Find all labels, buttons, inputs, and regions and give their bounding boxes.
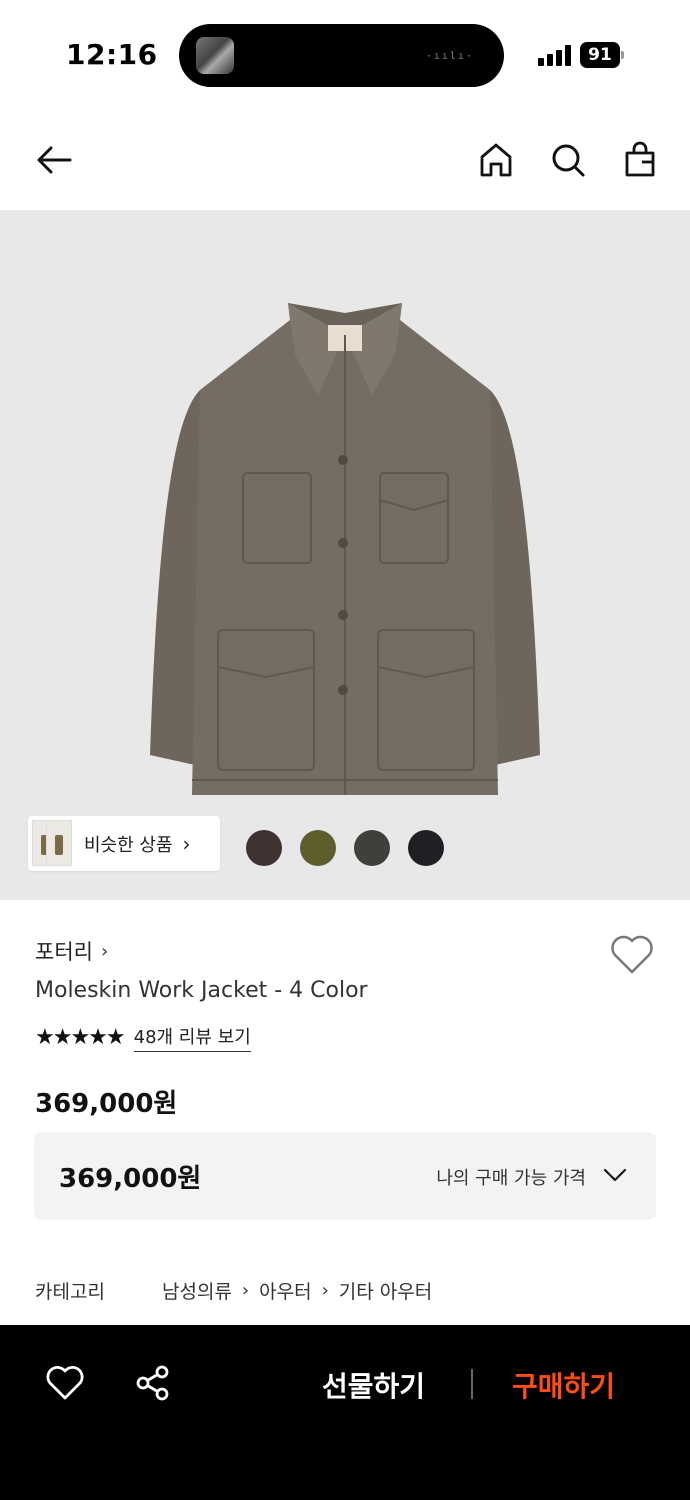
product-price: 369,000원 (35, 1089, 178, 1119)
category-item[interactable]: 기타 아우터 (339, 1277, 432, 1304)
color-swatch-brown[interactable] (246, 830, 282, 866)
bottom-action-bar: 선물하기 구매하기 (0, 1325, 690, 1500)
similar-products-button[interactable]: 비슷한 상품 › (28, 816, 220, 871)
brand-link[interactable]: 포터리 › (35, 936, 108, 966)
signal-icon (538, 44, 572, 66)
heart-icon[interactable] (45, 1363, 85, 1403)
category-label: 카테고리 (35, 1281, 105, 1303)
jacket-photo (150, 303, 540, 795)
product-image[interactable]: 비슷한 상품 › (0, 210, 690, 900)
color-swatches (246, 830, 462, 866)
dynamic-island: ·ıılı· (179, 24, 504, 87)
status-bar: 12:16 ·ıılı· 91 (0, 0, 690, 110)
chevron-right-icon: › (182, 831, 191, 856)
my-price-value: 369,000원 (59, 1164, 202, 1194)
shopping-bag-icon[interactable] (618, 138, 662, 182)
chevron-right-icon: › (321, 1280, 329, 1301)
category-item[interactable]: 아우터 (259, 1277, 311, 1304)
search-icon[interactable] (546, 138, 590, 182)
audio-wave-icon: ·ıılı· (425, 51, 474, 62)
category-item[interactable]: 남성의류 (162, 1277, 232, 1304)
divider (471, 1369, 473, 1399)
home-icon[interactable] (474, 138, 518, 182)
buy-button[interactable]: 구매하기 (512, 1365, 615, 1405)
similar-products-label: 비슷한 상품 (84, 834, 173, 856)
chevron-right-icon: › (241, 1280, 250, 1301)
star-rating-icon: ★★★★★ (35, 1025, 126, 1050)
top-nav-bar (0, 110, 690, 210)
similar-products-thumbnails (28, 816, 84, 871)
rating-row: ★★★★★ 48개 리뷰 보기 (35, 1023, 251, 1052)
battery-level: 91 (580, 42, 620, 68)
category-breadcrumb: 남성의류 › 아우터 › 기타 아우터 (162, 1277, 432, 1304)
product-title: Moleskin Work Jacket - 4 Color (35, 978, 368, 1003)
status-time: 12:16 (66, 38, 158, 71)
battery-icon: 91 (580, 42, 624, 68)
chevron-right-icon: › (100, 940, 109, 962)
color-swatch-olive[interactable] (300, 830, 336, 866)
brand-name: 포터리 (35, 940, 93, 964)
color-swatch-charcoal[interactable] (354, 830, 390, 866)
review-link[interactable]: 48개 리뷰 보기 (133, 1023, 251, 1052)
chevron-down-icon (603, 1168, 627, 1182)
color-swatch-navy[interactable] (408, 830, 444, 866)
my-price-box[interactable]: 369,000원 나의 구매 가능 가격 (34, 1132, 656, 1220)
wishlist-heart-icon[interactable] (608, 932, 656, 976)
gift-button[interactable]: 선물하기 (322, 1365, 425, 1405)
now-playing-thumbnail (196, 37, 234, 74)
back-arrow-icon[interactable] (32, 138, 76, 182)
share-icon[interactable] (133, 1363, 173, 1403)
my-price-label: 나의 구매 가능 가격 (436, 1168, 586, 1189)
